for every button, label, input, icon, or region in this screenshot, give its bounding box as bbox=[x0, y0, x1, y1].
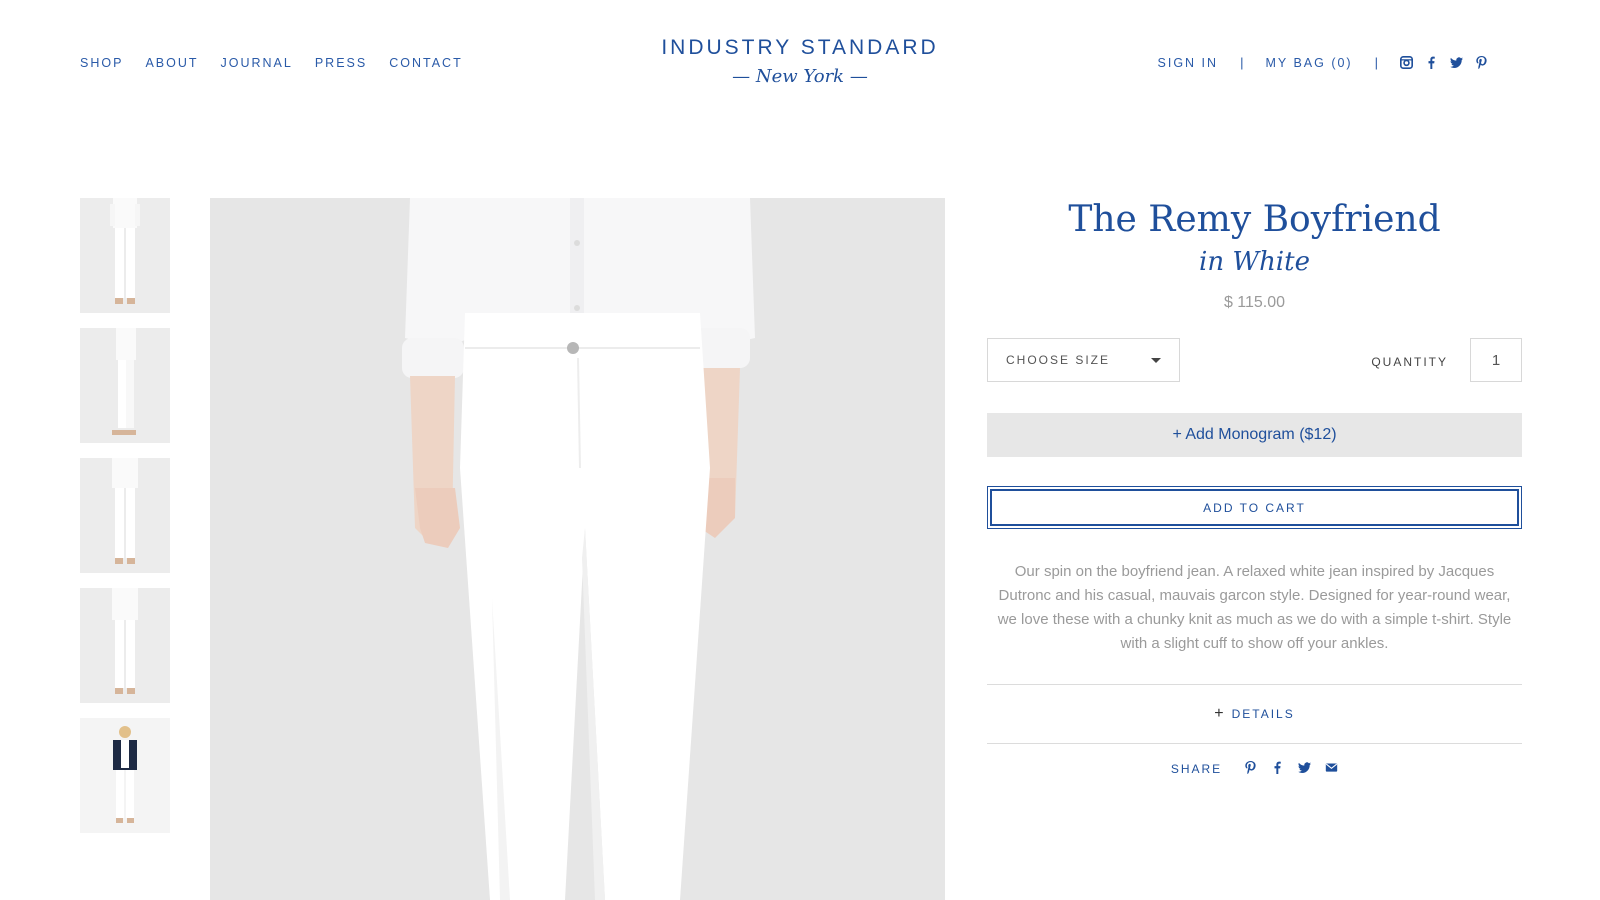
thumbnail-5[interactable] bbox=[80, 718, 170, 833]
add-to-cart-button[interactable]: ADD TO CART bbox=[987, 486, 1522, 529]
nav-shop[interactable]: SHOP bbox=[80, 56, 123, 70]
thumbnail-3[interactable] bbox=[80, 458, 170, 573]
nav-contact[interactable]: CONTACT bbox=[389, 56, 463, 70]
sign-in-link[interactable]: SIGN IN bbox=[1158, 56, 1219, 70]
size-select-label: CHOOSE SIZE bbox=[1006, 353, 1111, 367]
facebook-icon[interactable] bbox=[1271, 761, 1284, 774]
thumbnail-gallery bbox=[80, 198, 170, 848]
options-row: CHOOSE SIZE QUANTITY bbox=[987, 338, 1522, 382]
size-select[interactable]: CHOOSE SIZE bbox=[987, 338, 1180, 382]
thumbnail-4[interactable] bbox=[80, 588, 170, 703]
main-product-image[interactable] bbox=[210, 198, 945, 900]
site-logo[interactable]: INDUSTRY STANDARD — New York — bbox=[640, 36, 960, 87]
pinterest-icon[interactable] bbox=[1475, 56, 1488, 69]
caret-down-icon bbox=[1151, 357, 1161, 363]
share-row: SHARE bbox=[987, 744, 1522, 790]
logo-city: — New York — bbox=[732, 66, 868, 87]
twitter-icon[interactable] bbox=[1450, 56, 1463, 69]
email-icon[interactable] bbox=[1325, 761, 1338, 774]
nav-journal[interactable]: JOURNAL bbox=[221, 56, 293, 70]
logo-brand: INDUSTRY STANDARD bbox=[661, 36, 939, 59]
nav-press[interactable]: PRESS bbox=[315, 56, 367, 70]
facebook-icon[interactable] bbox=[1425, 56, 1438, 69]
product-details-panel: The Remy Boyfriend in White $ 115.00 CHO… bbox=[987, 198, 1522, 790]
my-bag-link[interactable]: MY BAG (0) bbox=[1265, 56, 1352, 70]
add-to-cart-label: ADD TO CART bbox=[990, 489, 1519, 526]
thumbnail-1[interactable] bbox=[80, 198, 170, 313]
details-label: DETAILS bbox=[1231, 707, 1295, 721]
product-description: Our spin on the boyfriend jean. A relaxe… bbox=[997, 563, 1512, 652]
product-color: in White bbox=[1199, 247, 1310, 277]
share-label: SHARE bbox=[1170, 762, 1223, 776]
share-icons bbox=[1244, 760, 1338, 774]
plus-icon: + bbox=[1214, 705, 1224, 722]
pinterest-icon[interactable] bbox=[1244, 760, 1257, 774]
social-icons bbox=[1400, 56, 1488, 69]
main-nav: SHOP ABOUT JOURNAL PRESS CONTACT bbox=[80, 56, 485, 70]
product-price: $ 115.00 bbox=[1223, 294, 1286, 311]
add-monogram-button[interactable]: + Add Monogram ($12) bbox=[987, 413, 1522, 457]
product-title: The Remy Boyfriend bbox=[1068, 199, 1441, 240]
details-toggle[interactable]: + DETAILS bbox=[987, 685, 1522, 743]
thumbnail-2[interactable] bbox=[80, 328, 170, 443]
quantity-input[interactable] bbox=[1470, 338, 1522, 382]
quantity-group: QUANTITY bbox=[1371, 338, 1522, 382]
nav-separator: | bbox=[1374, 55, 1378, 70]
nav-separator: | bbox=[1240, 55, 1244, 70]
account-nav: SIGN IN | MY BAG (0) | bbox=[1158, 55, 1488, 70]
twitter-icon[interactable] bbox=[1298, 761, 1312, 774]
nav-about[interactable]: ABOUT bbox=[145, 56, 198, 70]
quantity-label: QUANTITY bbox=[1371, 355, 1448, 369]
instagram-icon[interactable] bbox=[1400, 56, 1413, 69]
